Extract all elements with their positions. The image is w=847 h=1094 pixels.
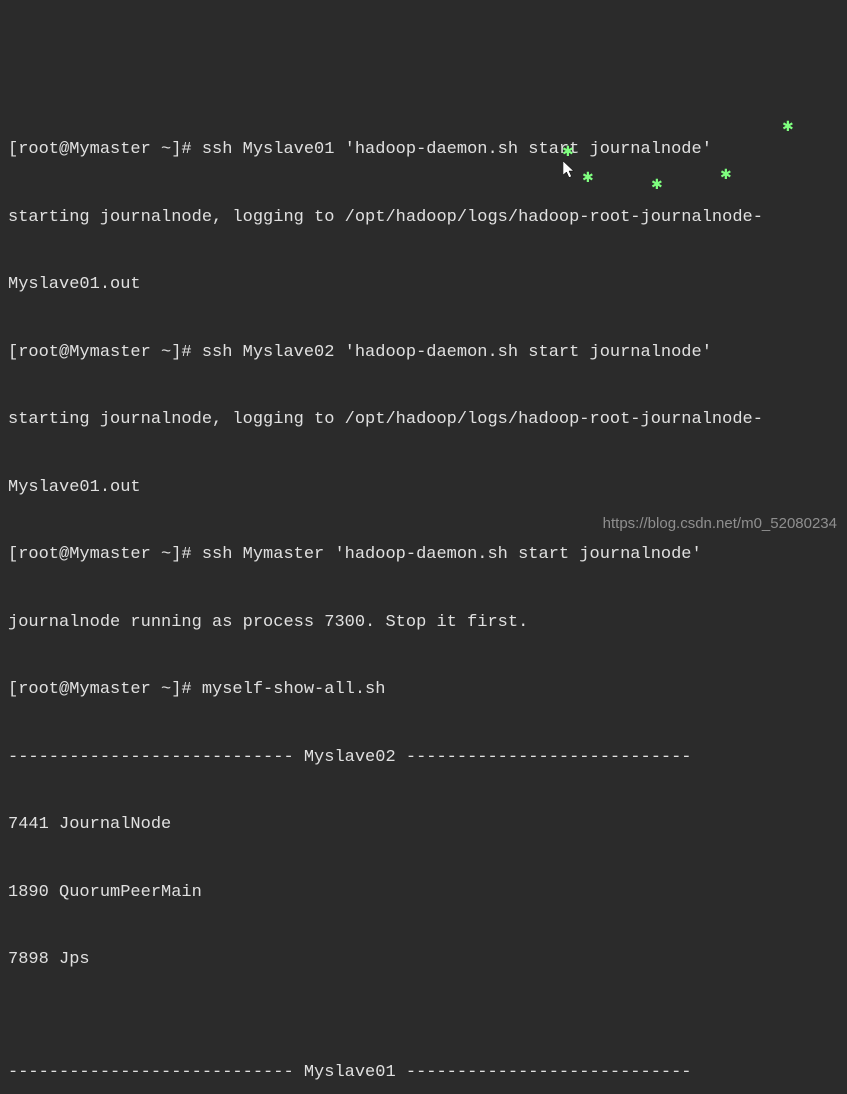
watermark-text: https://blog.csdn.net/m0_52080234 — [603, 513, 837, 536]
terminal-line: 7898 Jps — [8, 949, 839, 972]
terminal-line: starting journalnode, logging to /opt/ha… — [8, 207, 839, 230]
terminal-line: starting journalnode, logging to /opt/ha… — [8, 409, 839, 432]
terminal-line: Myslave01.out — [8, 274, 839, 297]
terminal-line: journalnode running as process 7300. Sto… — [8, 612, 839, 635]
terminal-output[interactable]: [root@Mymaster ~]# ssh Myslave01 'hadoop… — [8, 94, 839, 1094]
terminal-line: ---------------------------- Myslave02 -… — [8, 747, 839, 770]
terminal-line: Myslave01.out — [8, 477, 839, 500]
terminal-line: ---------------------------- Myslave01 -… — [8, 1062, 839, 1085]
terminal-line: [root@Mymaster ~]# ssh Mymaster 'hadoop-… — [8, 544, 839, 567]
terminal-line: 1890 QuorumPeerMain — [8, 882, 839, 905]
terminal-line: [root@Mymaster ~]# ssh Myslave01 'hadoop… — [8, 139, 839, 162]
terminal-line: [root@Mymaster ~]# myself-show-all.sh — [8, 679, 839, 702]
terminal-line: [root@Mymaster ~]# ssh Myslave02 'hadoop… — [8, 342, 839, 365]
terminal-line: 7441 JournalNode — [8, 814, 839, 837]
